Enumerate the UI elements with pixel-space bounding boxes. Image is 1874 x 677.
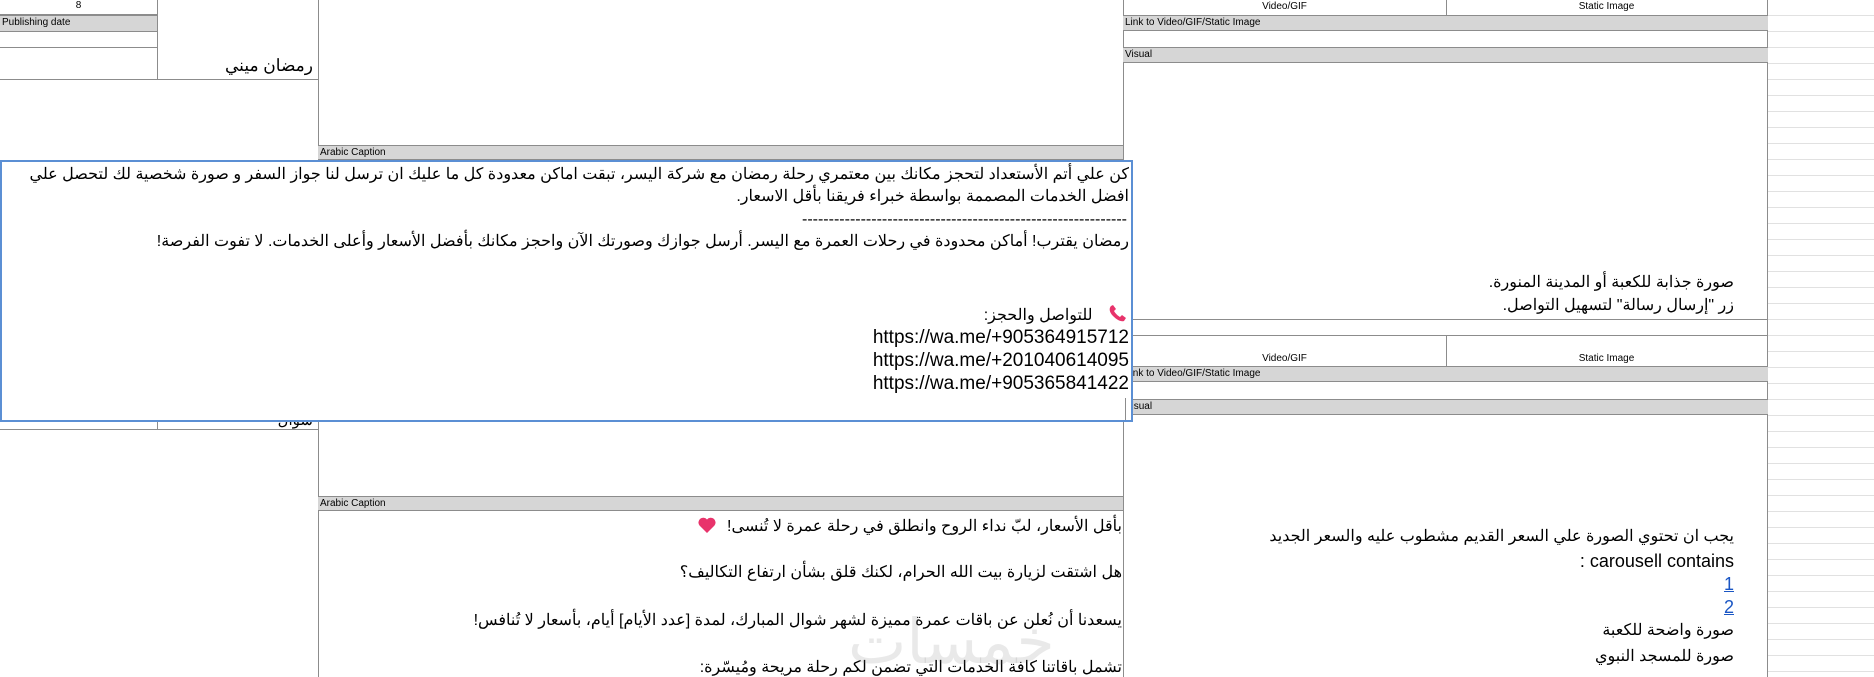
whatsapp-link[interactable]: https://wa.me/+905364915712 [873, 326, 1129, 349]
watermark-logo: خمسات [848, 605, 1055, 677]
video-gif-header: Video/GIF [1262, 1, 1307, 12]
phone-icon [1109, 305, 1126, 322]
visual-description-line[interactable]: زر "إرسال رسالة" لتسهيل التواصل. [1126, 296, 1734, 315]
heart-icon [698, 517, 716, 533]
arabic-caption-header: Arabic Caption [318, 145, 1123, 160]
caption-line: كن علي أتم الأستعداد لتحجز مكانك بين معت… [29, 166, 1129, 183]
col-line-a-top [157, 0, 158, 80]
expanded-caption-cell[interactable]: كن علي أتم الأستعداد لتحجز مكانك بين معت… [0, 160, 1133, 422]
visual-description-line[interactable]: صورة للمسجد النبوي [1126, 647, 1734, 666]
publishing-date-label: Publishing date [0, 15, 157, 32]
visual-description-line[interactable]: صورة واضحة للكعبة [1126, 621, 1734, 640]
carousel-link-1[interactable]: 1 [1724, 574, 1734, 594]
caption-line: افضل الخدمات المصممة بواسطة خبراء فريقنا… [736, 188, 1129, 205]
caption-line[interactable]: بأقل الأسعار، لبّ نداء الروح وانطلق في ر… [322, 516, 1122, 536]
row-number-cell[interactable]: 8 [0, 0, 157, 15]
arabic-caption-header: Arabic Caption [318, 496, 1123, 511]
static-image-header: Static Image [1578, 1, 1635, 12]
whatsapp-link[interactable]: https://wa.me/+905365841422 [873, 372, 1129, 395]
contact-line: للتواصل والحجز: [4, 304, 1129, 325]
cell-edge [1125, 398, 1133, 420]
carousel-contains-label[interactable]: carousell contains : [1126, 550, 1734, 572]
visual-description-line[interactable]: يجب ان تحتوي الصورة علي السعر القديم مشط… [1126, 527, 1734, 546]
row-line [1123, 319, 1768, 320]
link-to-media-header: Link to Video/GIF/Static Image [1123, 366, 1768, 382]
video-gif-header: Video/GIF [1262, 353, 1307, 364]
row-line [0, 429, 318, 430]
visual-header: Visual [1123, 399, 1768, 415]
row-line [0, 79, 318, 80]
caption-divider: ----------------------------------------… [801, 211, 1127, 228]
row-line [0, 47, 157, 48]
carousel-link-2[interactable]: 2 [1724, 597, 1734, 617]
whatsapp-link[interactable]: https://wa.me/+201040614095 [873, 349, 1129, 372]
visual-header: Visual [1123, 47, 1768, 63]
visual-description-line[interactable]: صورة جذابة للكعبة أو المدينة المنورة. [1126, 273, 1734, 292]
caption-line[interactable]: هل اشتقت لزيارة بيت الله الحرام، لكنك قل… [322, 563, 1122, 582]
caption-line: رمضان يقترب! أماكن محدودة في رحلات العمر… [156, 233, 1129, 250]
row-line [1123, 335, 1768, 336]
static-image-header: Static Image [1578, 353, 1635, 364]
link-to-media-header: Link to Video/GIF/Static Image [1123, 15, 1768, 31]
name-cell-top[interactable]: رمضان ميني [160, 56, 313, 76]
